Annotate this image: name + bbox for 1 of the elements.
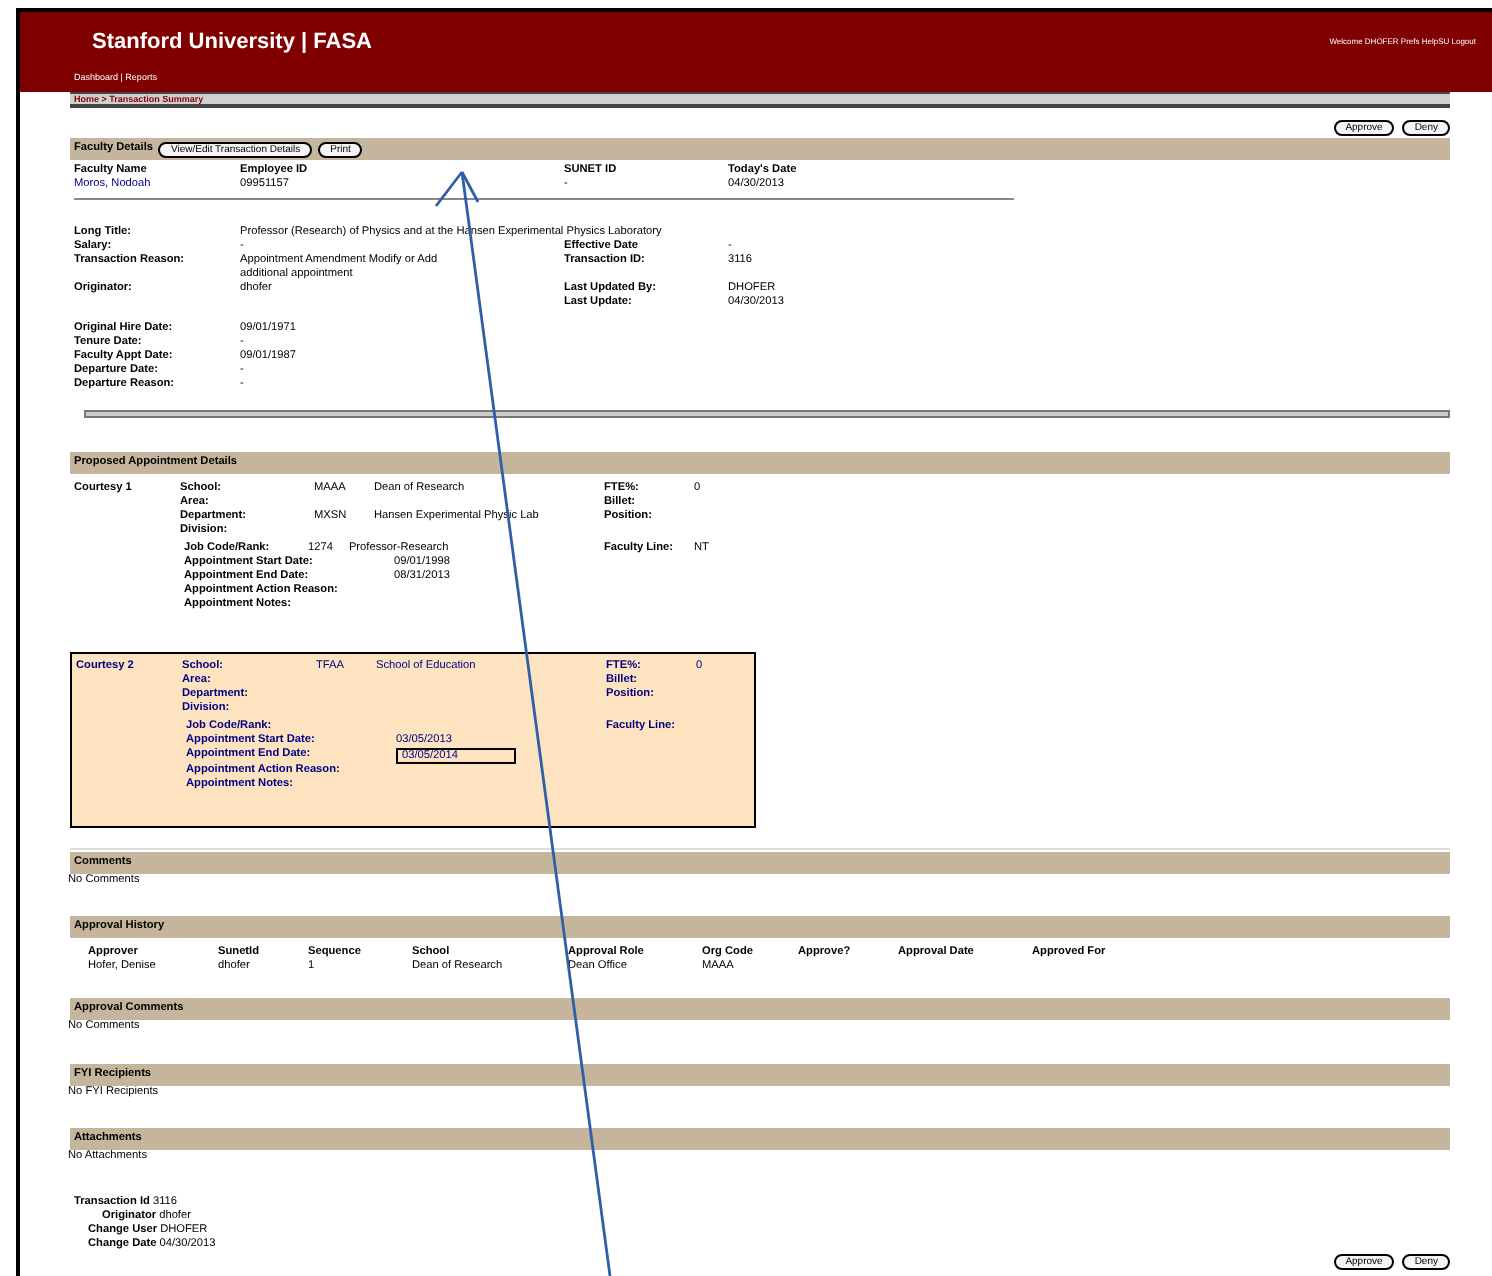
app-title: Stanford University | FASA	[92, 30, 372, 54]
